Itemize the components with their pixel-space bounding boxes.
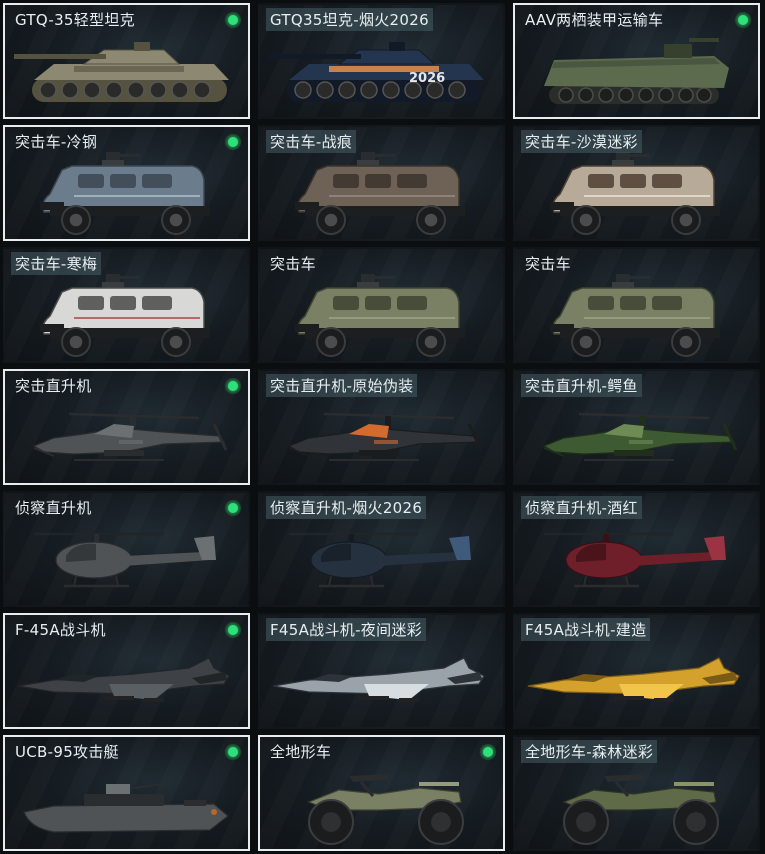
vehicle-card[interactable]: 突击车 xyxy=(513,247,760,363)
vehicle-name: F-45A战斗机 xyxy=(15,621,106,639)
vehicle-card[interactable]: 侦察直升机-酒红 xyxy=(513,491,760,607)
atv-icon xyxy=(562,774,719,845)
vehicle-image xyxy=(260,517,503,605)
vehicle-image xyxy=(515,517,758,605)
vehicle-image xyxy=(260,639,503,727)
vehicle-image: 2026 xyxy=(260,29,503,117)
vehicle-name: 突击直升机-原始伪装 xyxy=(266,374,418,397)
vehicle-card[interactable]: 突击直升机 xyxy=(3,369,250,485)
vehicle-image xyxy=(5,639,248,727)
equipped-status-icon xyxy=(225,500,241,516)
vehicle-image xyxy=(5,761,248,849)
vehicle-name: 全地形车 xyxy=(270,743,332,761)
equipped-status-icon xyxy=(225,622,241,638)
vehicle-name: 侦察直升机-烟火2026 xyxy=(266,496,427,519)
vehicle-name: 突击直升机-鳄鱼 xyxy=(521,374,642,397)
vehicle-image xyxy=(5,29,248,117)
vehicle-image xyxy=(515,29,758,117)
vehicle-image xyxy=(260,395,503,483)
vehicle-name: AAV两栖装甲运输车 xyxy=(525,11,664,29)
vehicle-card[interactable]: GTQ35坦克-烟火2026 2026 xyxy=(258,3,505,119)
vehicle-name: 全地形车-森林迷彩 xyxy=(521,740,658,763)
vehicle-name: 突击车-沙漠迷彩 xyxy=(521,130,642,153)
vehicle-image xyxy=(515,395,758,483)
tank-icon: 2026 xyxy=(269,42,484,102)
vehicle-name: 突击车-冷钢 xyxy=(15,133,98,151)
equipped-status-icon xyxy=(225,134,241,150)
attack_heli-icon xyxy=(32,412,228,461)
vehicle-image xyxy=(515,151,758,239)
jet-icon xyxy=(17,657,230,702)
vehicle-card[interactable]: 突击直升机-鳄鱼 xyxy=(513,369,760,485)
vehicle-card[interactable]: UCB-95攻击艇 xyxy=(3,735,250,851)
vehicle-image xyxy=(260,761,503,849)
equipped-status-icon xyxy=(480,744,496,760)
vehicle-card[interactable]: GTQ-35轻型坦克 xyxy=(3,3,250,119)
vehicle-name: 突击车-战痕 xyxy=(266,130,357,153)
vehicle-image xyxy=(515,639,758,727)
assault-icon xyxy=(40,274,210,357)
decal-text: 2026 xyxy=(409,71,445,86)
attack_heli-icon xyxy=(287,412,483,461)
jet-icon xyxy=(527,657,740,702)
vehicle-name: 突击车 xyxy=(270,255,316,273)
atv-icon xyxy=(307,774,464,845)
boat-icon xyxy=(23,783,229,833)
assault-icon xyxy=(295,152,465,235)
vehicle-card[interactable]: 突击直升机-原始伪装 xyxy=(258,369,505,485)
vehicle-image xyxy=(515,761,758,849)
vehicle-card[interactable]: F45A战斗机-建造 xyxy=(513,613,760,729)
vehicle-image xyxy=(5,273,248,361)
vehicle-card[interactable]: 侦察直升机 xyxy=(3,491,250,607)
aav-icon xyxy=(544,38,729,104)
attack_heli-icon xyxy=(542,412,738,461)
vehicle-name: F45A战斗机-建造 xyxy=(521,618,651,641)
equipped-status-icon xyxy=(735,12,751,28)
equipped-status-icon xyxy=(225,744,241,760)
vehicle-card[interactable]: F45A战斗机-夜间迷彩 xyxy=(258,613,505,729)
assault-icon xyxy=(295,274,465,357)
vehicle-card[interactable]: 突击车-战痕 xyxy=(258,125,505,241)
vehicle-image xyxy=(260,273,503,361)
tank-icon xyxy=(14,42,229,102)
vehicle-name: 突击直升机 xyxy=(15,377,92,395)
assault-icon xyxy=(550,274,720,357)
vehicle-card[interactable]: 突击车-沙漠迷彩 xyxy=(513,125,760,241)
vehicle-image xyxy=(5,395,248,483)
vehicle-card[interactable]: F-45A战斗机 xyxy=(3,613,250,729)
vehicle-image xyxy=(5,151,248,239)
scout_heli-icon xyxy=(289,532,471,588)
vehicle-image xyxy=(260,151,503,239)
scout_heli-icon xyxy=(34,532,216,588)
scout_heli-icon xyxy=(544,532,726,588)
vehicle-name: F45A战斗机-夜间迷彩 xyxy=(266,618,426,641)
vehicle-card[interactable]: 全地形车 xyxy=(258,735,505,851)
vehicle-image xyxy=(515,273,758,361)
vehicle-name: 突击车-寒梅 xyxy=(11,252,102,275)
vehicle-grid: GTQ-35轻型坦克 GTQ35坦克-烟火2026 2026 AAV两栖装甲运输… xyxy=(0,0,765,854)
vehicle-card[interactable]: 突击车-寒梅 xyxy=(3,247,250,363)
vehicle-name: 侦察直升机 xyxy=(15,499,92,517)
vehicle-name: GTQ35坦克-烟火2026 xyxy=(266,8,433,31)
equipped-status-icon xyxy=(225,378,241,394)
assault-icon xyxy=(550,152,720,235)
vehicle-card[interactable]: 突击车 xyxy=(258,247,505,363)
vehicle-image xyxy=(5,517,248,605)
vehicle-name: 突击车 xyxy=(525,255,571,273)
vehicle-card[interactable]: 突击车-冷钢 xyxy=(3,125,250,241)
vehicle-card[interactable]: AAV两栖装甲运输车 xyxy=(513,3,760,119)
assault-icon xyxy=(40,152,210,235)
vehicle-name: GTQ-35轻型坦克 xyxy=(15,11,135,29)
vehicle-card[interactable]: 侦察直升机-烟火2026 xyxy=(258,491,505,607)
equipped-status-icon xyxy=(225,12,241,28)
jet-icon xyxy=(272,657,485,702)
vehicle-name: UCB-95攻击艇 xyxy=(15,743,119,761)
vehicle-name: 侦察直升机-酒红 xyxy=(521,496,642,519)
vehicle-card[interactable]: 全地形车-森林迷彩 xyxy=(513,735,760,851)
